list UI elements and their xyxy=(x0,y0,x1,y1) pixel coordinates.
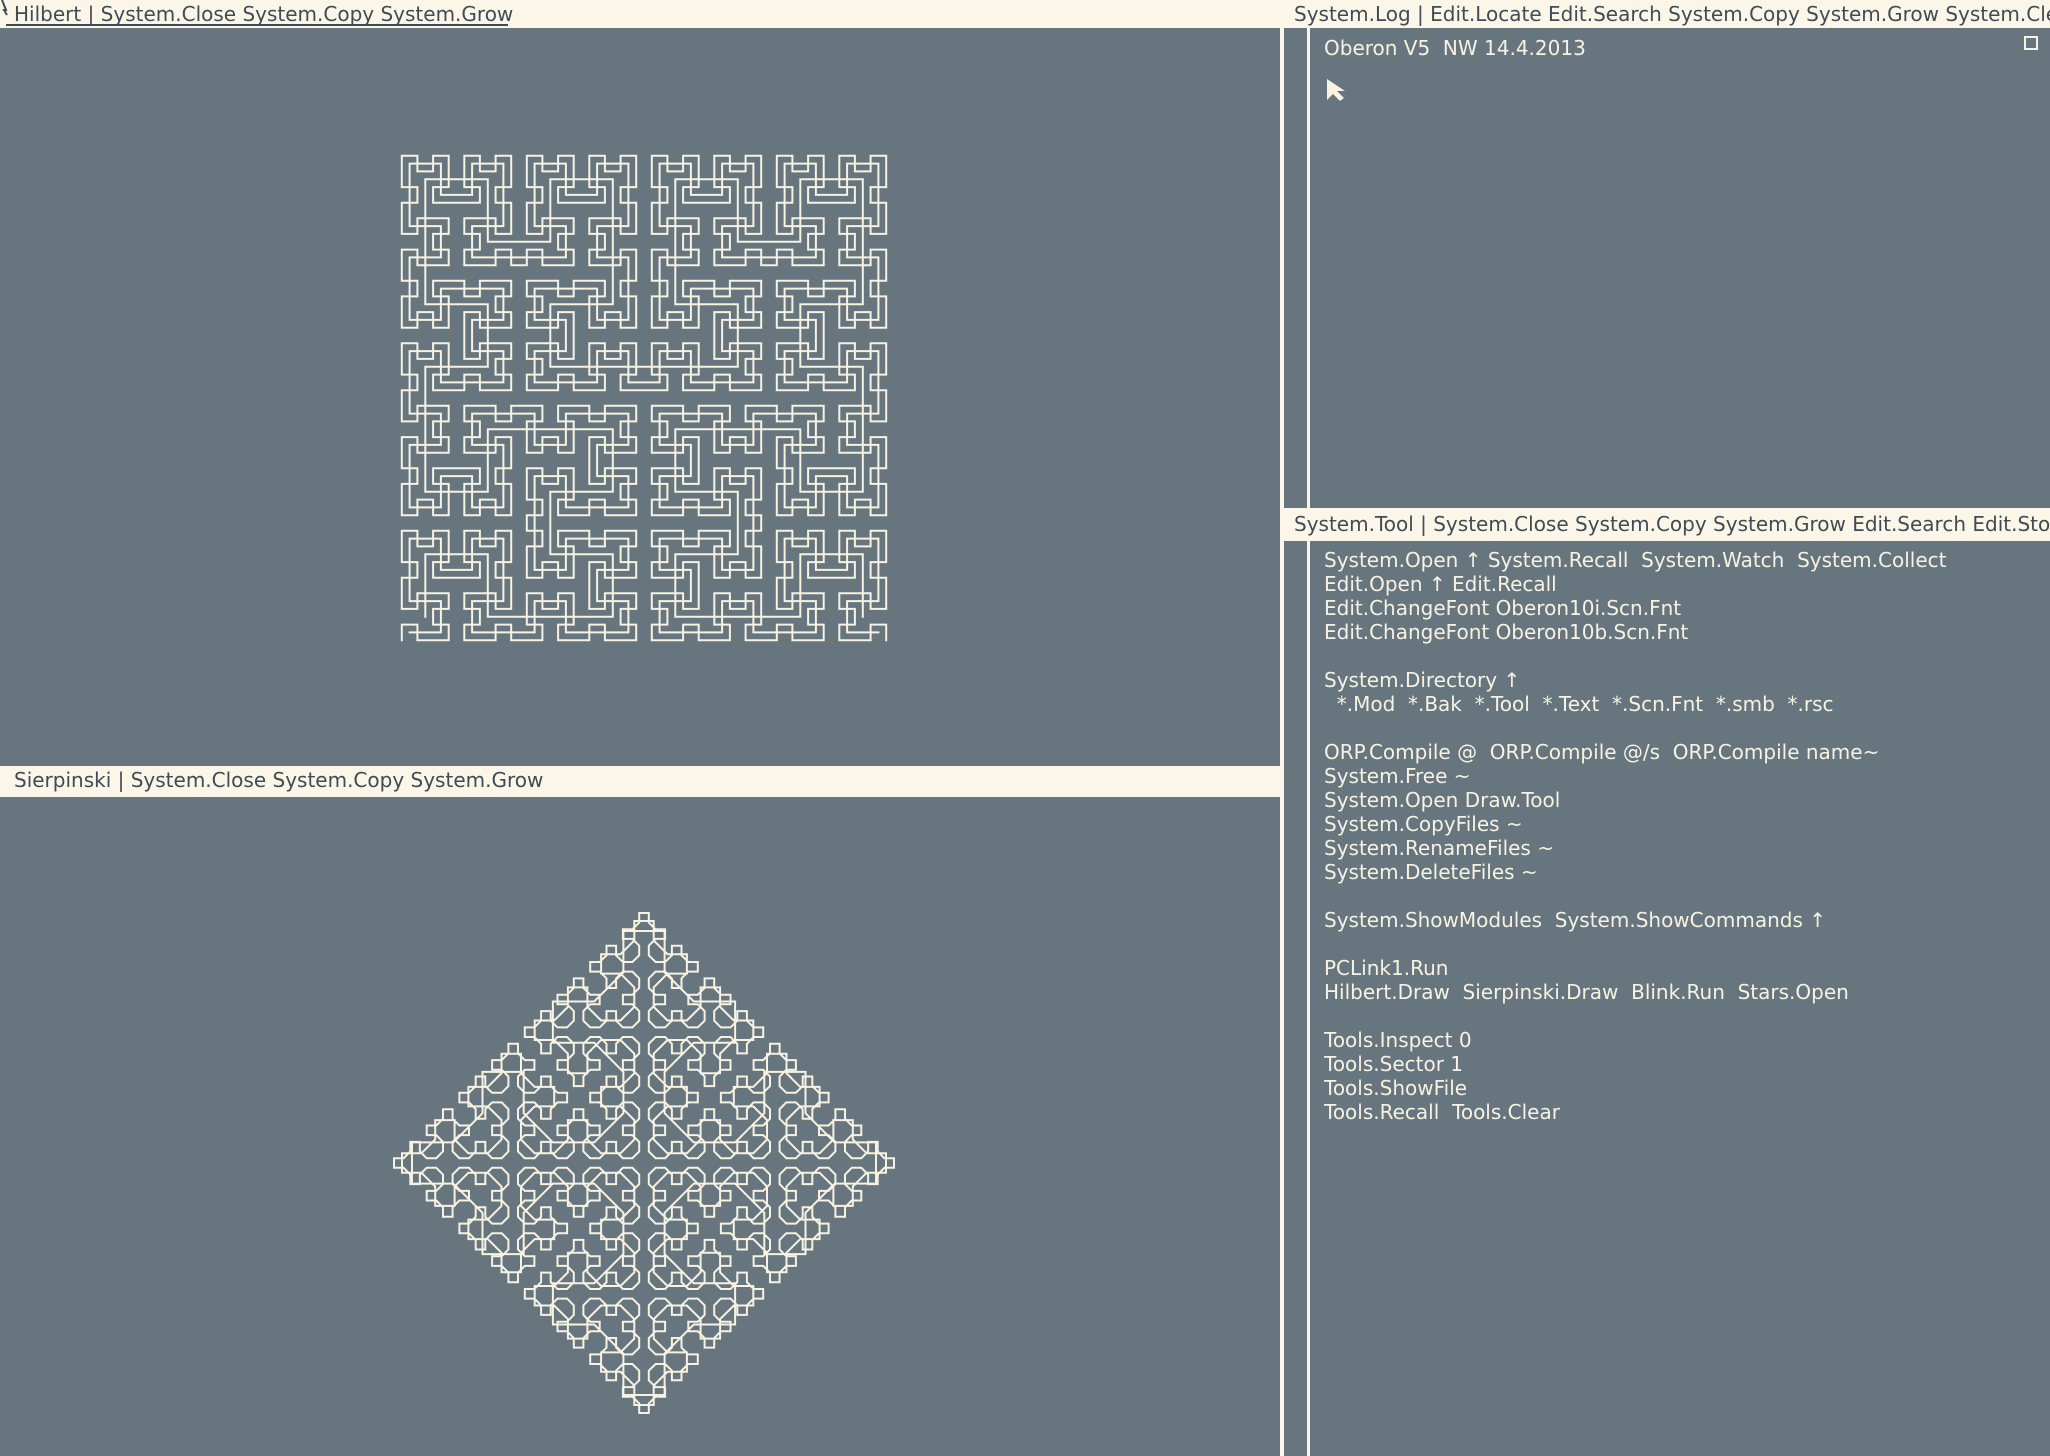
tool-command-line[interactable]: ORP.Compile @ ORP.Compile @/s ORP.Compil… xyxy=(1324,740,1879,764)
track-divider xyxy=(1280,0,1284,1456)
tool-menu-text[interactable]: System.Tool | System.Close System.Copy S… xyxy=(1294,510,2050,538)
tool-command-line[interactable]: Tools.ShowFile xyxy=(1324,1076,1467,1100)
oberon-desktop: Hilbert | System.Close System.Copy Syste… xyxy=(0,0,2050,1456)
tool-viewer-menu[interactable]: System.Tool | System.Close System.Copy S… xyxy=(1284,510,2050,538)
tool-command-line[interactable]: System.ShowModules System.ShowCommands ↑ xyxy=(1324,908,1826,932)
tool-command-line[interactable]: *.Mod *.Bak *.Tool *.Text *.Scn.Fnt *.sm… xyxy=(1324,692,1834,716)
sierpinski-curve-path xyxy=(393,912,895,1414)
tool-command-line[interactable]: System.Open ↑ System.Recall System.Watch… xyxy=(1324,548,1946,572)
focus-square-icon[interactable] xyxy=(2024,36,2038,50)
tool-command-line[interactable]: System.Free ~ xyxy=(1324,764,1471,788)
hilbert-curve xyxy=(400,154,888,642)
tool-command-line[interactable]: Edit.ChangeFont Oberon10b.Scn.Fnt xyxy=(1324,620,1688,644)
sierpinski-curve xyxy=(393,912,895,1414)
hilbert-curve-path xyxy=(400,154,888,642)
tool-command-line[interactable]: System.RenameFiles ~ xyxy=(1324,836,1554,860)
tool-menu-bottom-border xyxy=(1284,538,2050,541)
tool-command-line[interactable]: Tools.Recall Tools.Clear xyxy=(1324,1100,1560,1124)
log-menu-text[interactable]: System.Log | Edit.Locate Edit.Search Sys… xyxy=(1294,0,2050,28)
tool-command-line[interactable]: System.Open Draw.Tool xyxy=(1324,788,1560,812)
log-line: Oberon V5 NW 14.4.2013 xyxy=(1324,36,1586,60)
tool-command-line[interactable]: Edit.Open ↑ Edit.Recall xyxy=(1324,572,1557,596)
tool-command-line[interactable]: PCLink1.Run xyxy=(1324,956,1448,980)
menu-underline xyxy=(6,24,508,26)
tool-command-line[interactable]: Edit.ChangeFont Oberon10i.Scn.Fnt xyxy=(1324,596,1681,620)
log-viewer-menu[interactable]: System.Log | Edit.Locate Edit.Search Sys… xyxy=(1284,0,2050,28)
tool-command-line[interactable]: System.DeleteFiles ~ xyxy=(1324,860,1538,884)
sierpinski-menu-text[interactable]: Sierpinski | System.Close System.Copy Sy… xyxy=(14,766,543,794)
hilbert-viewer-menu[interactable]: Hilbert | System.Close System.Copy Syste… xyxy=(0,0,1280,28)
tool-command-line[interactable]: Tools.Sector 1 xyxy=(1324,1052,1463,1076)
log-viewer-text[interactable]: Oberon V5 NW 14.4.2013 xyxy=(1324,36,2024,496)
tool-command-line[interactable]: Hilbert.Draw Sierpinski.Draw Blink.Run S… xyxy=(1324,980,1849,1004)
sierpinski-viewer-canvas[interactable] xyxy=(0,797,1280,1456)
hilbert-viewer-canvas[interactable] xyxy=(0,28,1280,766)
sierpinski-viewer-menu[interactable]: Sierpinski | System.Close System.Copy Sy… xyxy=(0,766,1280,794)
tool-command-line[interactable]: Tools.Inspect 0 xyxy=(1324,1028,1472,1052)
tool-viewer-text[interactable]: System.Open ↑ System.Recall System.Watch… xyxy=(1324,548,2044,1448)
log-scrollbar-line[interactable] xyxy=(1307,28,1310,510)
tool-scrollbar-line[interactable] xyxy=(1307,541,1310,1456)
tool-command-line[interactable]: System.CopyFiles ~ xyxy=(1324,812,1523,836)
tool-command-line[interactable]: System.Directory ↑ xyxy=(1324,668,1520,692)
